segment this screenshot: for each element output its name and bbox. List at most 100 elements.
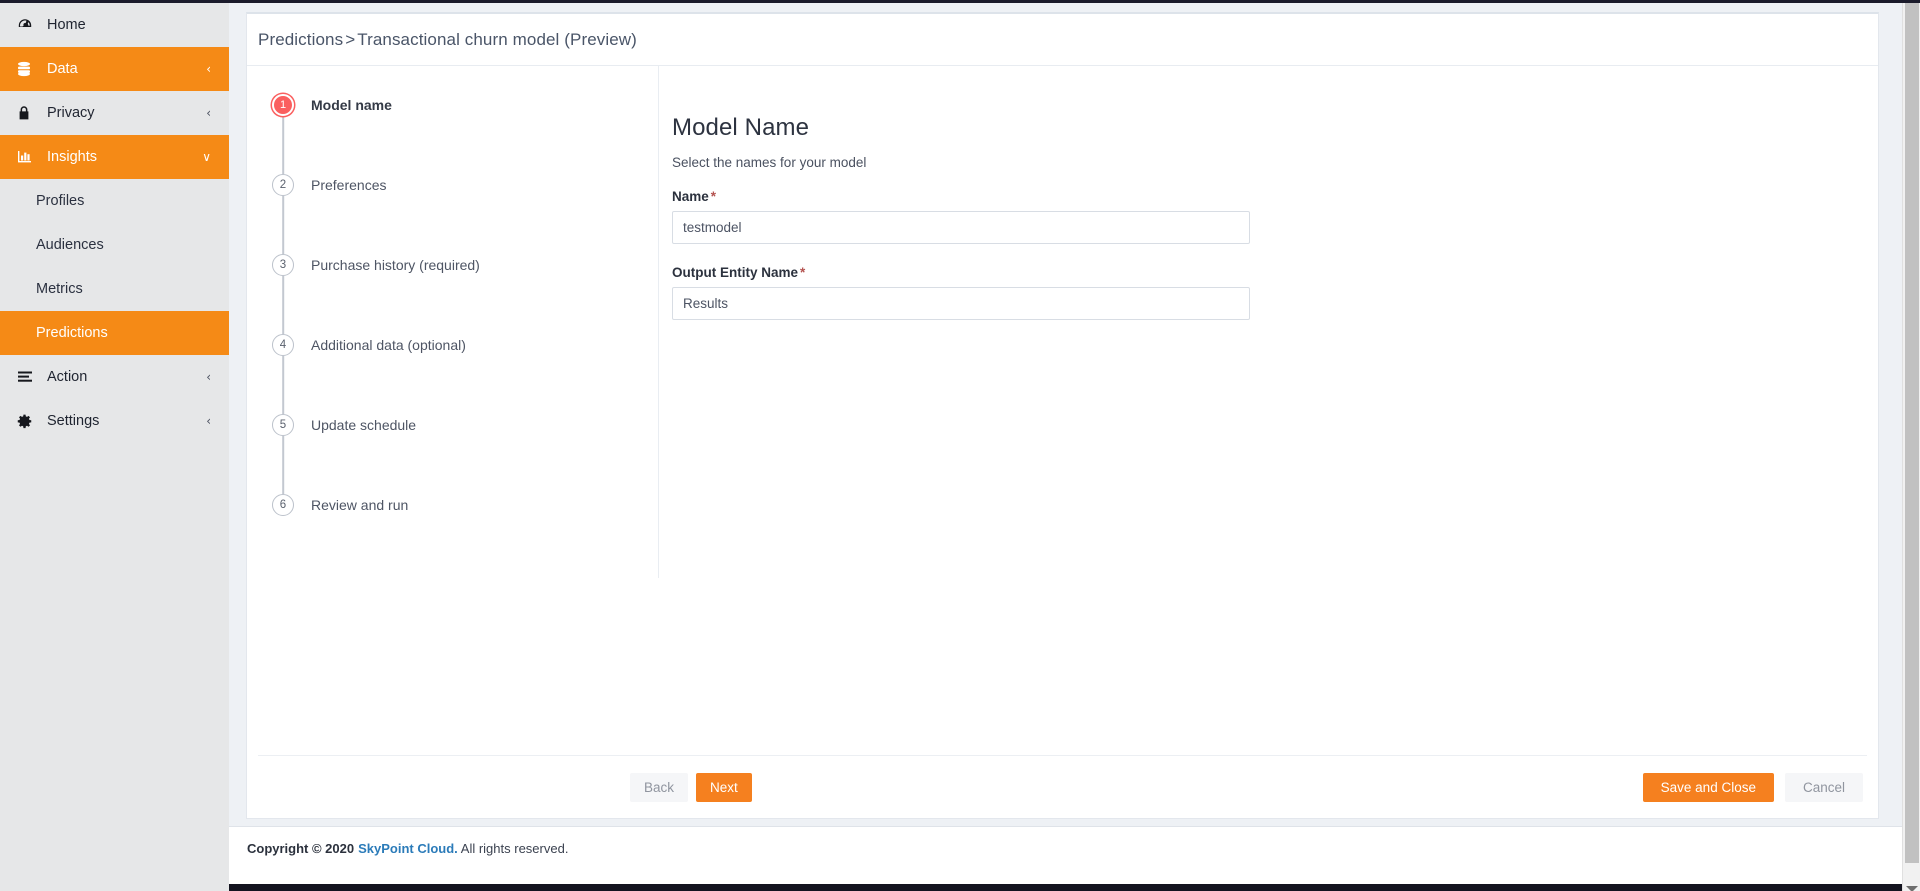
step-number-badge: 3 bbox=[272, 254, 294, 276]
sidebar-item-action[interactable]: Action ‹ bbox=[0, 355, 229, 399]
step-marker: 5 bbox=[263, 414, 303, 436]
sidebar-item-audiences[interactable]: Audiences bbox=[0, 223, 229, 267]
step-item-2[interactable]: 2 Preferences bbox=[263, 174, 658, 254]
sidebar-item-home[interactable]: Home bbox=[0, 3, 229, 47]
step-label: Additional data (optional) bbox=[311, 334, 466, 356]
name-input[interactable] bbox=[672, 211, 1250, 244]
chevron-left-icon: ‹ bbox=[206, 107, 211, 119]
breadcrumb-separator: > bbox=[345, 30, 355, 49]
wizard-card: Predictions>Transactional churn model (P… bbox=[246, 12, 1879, 819]
sidebar-item-label: Insights bbox=[47, 149, 202, 165]
step-number-badge: 2 bbox=[272, 174, 294, 196]
step-label: Purchase history (required) bbox=[311, 254, 480, 276]
list-icon bbox=[17, 370, 37, 384]
wizard-footer: Back Next Save and Close Cancel bbox=[258, 755, 1867, 818]
app-root: Home Data ‹ Privacy ‹ Insights ∨ Profi bbox=[0, 0, 1920, 891]
bottom-strip bbox=[229, 869, 1920, 891]
page-subtitle: Select the names for your model bbox=[672, 155, 1878, 170]
sidebar-item-label: Data bbox=[47, 61, 206, 77]
step-marker: 3 bbox=[263, 254, 303, 276]
step-item-4[interactable]: 4 Additional data (optional) bbox=[263, 334, 658, 414]
breadcrumb-current: Transactional churn model (Preview) bbox=[357, 30, 637, 49]
step-label: Preferences bbox=[311, 174, 386, 196]
copyright-text: Copyright © 2020 bbox=[247, 841, 354, 856]
spacer bbox=[672, 244, 1878, 265]
sidebar-item-label: Privacy bbox=[47, 105, 206, 121]
brand-link[interactable]: SkyPoint Cloud. bbox=[358, 841, 458, 856]
step-item-6[interactable]: 6 Review and run bbox=[263, 494, 658, 534]
output-entity-name-field-label: Output Entity Name* bbox=[672, 265, 1878, 280]
step-marker: 1 bbox=[263, 94, 303, 116]
step-item-1[interactable]: 1 Model name bbox=[263, 94, 658, 174]
step-marker: 6 bbox=[263, 494, 303, 516]
save-and-close-button[interactable]: Save and Close bbox=[1643, 773, 1774, 802]
step-connector-line bbox=[282, 116, 284, 174]
cancel-button[interactable]: Cancel bbox=[1785, 773, 1863, 802]
sidebar-item-label: Home bbox=[47, 17, 211, 33]
lock-icon bbox=[17, 105, 37, 121]
page-scrollbar[interactable] bbox=[1902, 3, 1920, 891]
card-header: Predictions>Transactional churn model (P… bbox=[247, 14, 1878, 66]
database-icon bbox=[17, 61, 37, 77]
page-footer: Copyright © 2020 SkyPoint Cloud. All rig… bbox=[229, 826, 1902, 869]
step-marker: 4 bbox=[263, 334, 303, 356]
back-button[interactable]: Back bbox=[630, 773, 688, 802]
sidebar-subitem-label: Predictions bbox=[36, 325, 108, 341]
sidebar-item-insights[interactable]: Insights ∨ bbox=[0, 135, 229, 179]
sidebar-subitem-label: Audiences bbox=[36, 237, 104, 253]
step-marker: 2 bbox=[263, 174, 303, 196]
sidebar-subitem-label: Profiles bbox=[36, 193, 84, 209]
content-scroll-region: Predictions>Transactional churn model (P… bbox=[229, 3, 1902, 891]
output-entity-label-text: Output Entity Name bbox=[672, 265, 798, 280]
name-field-label: Name* bbox=[672, 189, 1878, 204]
chevron-left-icon: ‹ bbox=[206, 371, 211, 383]
sidebar-item-predictions[interactable]: Predictions bbox=[0, 311, 229, 355]
step-item-3[interactable]: 3 Purchase history (required) bbox=[263, 254, 658, 334]
dashboard-icon bbox=[17, 17, 37, 33]
sidebar-item-label: Settings bbox=[47, 413, 206, 429]
step-connector-line bbox=[282, 436, 284, 494]
step-connector-line bbox=[282, 276, 284, 334]
step-connector-line bbox=[282, 356, 284, 414]
breadcrumb-root[interactable]: Predictions bbox=[258, 30, 343, 49]
chevron-left-icon: ‹ bbox=[206, 63, 211, 75]
next-button[interactable]: Next bbox=[696, 773, 752, 802]
step-connector-line bbox=[282, 196, 284, 254]
sidebar-item-privacy[interactable]: Privacy ‹ bbox=[0, 91, 229, 135]
step-number-badge: 5 bbox=[272, 414, 294, 436]
gear-icon bbox=[17, 414, 37, 429]
form-panel: Model Name Select the names for your mod… bbox=[659, 66, 1878, 756]
sidebar-item-metrics[interactable]: Metrics bbox=[0, 267, 229, 311]
step-label: Model name bbox=[311, 94, 392, 116]
sidebar: Home Data ‹ Privacy ‹ Insights ∨ Profi bbox=[0, 0, 229, 891]
name-label-text: Name bbox=[672, 189, 709, 204]
wizard-stepper: 1 Model name 2 Preferences bbox=[247, 66, 659, 578]
main-area: Predictions>Transactional churn model (P… bbox=[229, 0, 1920, 891]
step-number-badge: 6 bbox=[272, 494, 294, 516]
breadcrumb: Predictions>Transactional churn model (P… bbox=[258, 30, 637, 50]
card-body: 1 Model name 2 Preferences bbox=[247, 66, 1878, 756]
step-list: 1 Model name 2 Preferences bbox=[247, 94, 658, 534]
required-marker: * bbox=[800, 265, 805, 280]
scrollbar-thumb[interactable] bbox=[1905, 3, 1919, 863]
output-entity-name-input[interactable] bbox=[672, 287, 1250, 320]
step-label: Review and run bbox=[311, 494, 408, 516]
footer-left-actions: Back Next bbox=[630, 773, 752, 802]
step-number-badge: 4 bbox=[272, 334, 294, 356]
sidebar-item-settings[interactable]: Settings ‹ bbox=[0, 399, 229, 443]
rights-text: All rights reserved. bbox=[461, 841, 569, 856]
sidebar-subitem-label: Metrics bbox=[36, 281, 83, 297]
step-item-5[interactable]: 5 Update schedule bbox=[263, 414, 658, 494]
step-number-badge: 1 bbox=[272, 94, 294, 116]
sidebar-item-data[interactable]: Data ‹ bbox=[0, 47, 229, 91]
footer-right-actions: Save and Close Cancel bbox=[1643, 773, 1863, 802]
bar-chart-icon bbox=[17, 149, 37, 165]
scroll-down-arrow-icon[interactable] bbox=[1906, 886, 1918, 891]
sidebar-item-label: Action bbox=[47, 369, 206, 385]
chevron-down-icon: ∨ bbox=[202, 151, 211, 163]
required-marker: * bbox=[711, 189, 716, 204]
page-title: Model Name bbox=[672, 114, 1878, 142]
chevron-left-icon: ‹ bbox=[206, 415, 211, 427]
step-label: Update schedule bbox=[311, 414, 416, 436]
sidebar-item-profiles[interactable]: Profiles bbox=[0, 179, 229, 223]
